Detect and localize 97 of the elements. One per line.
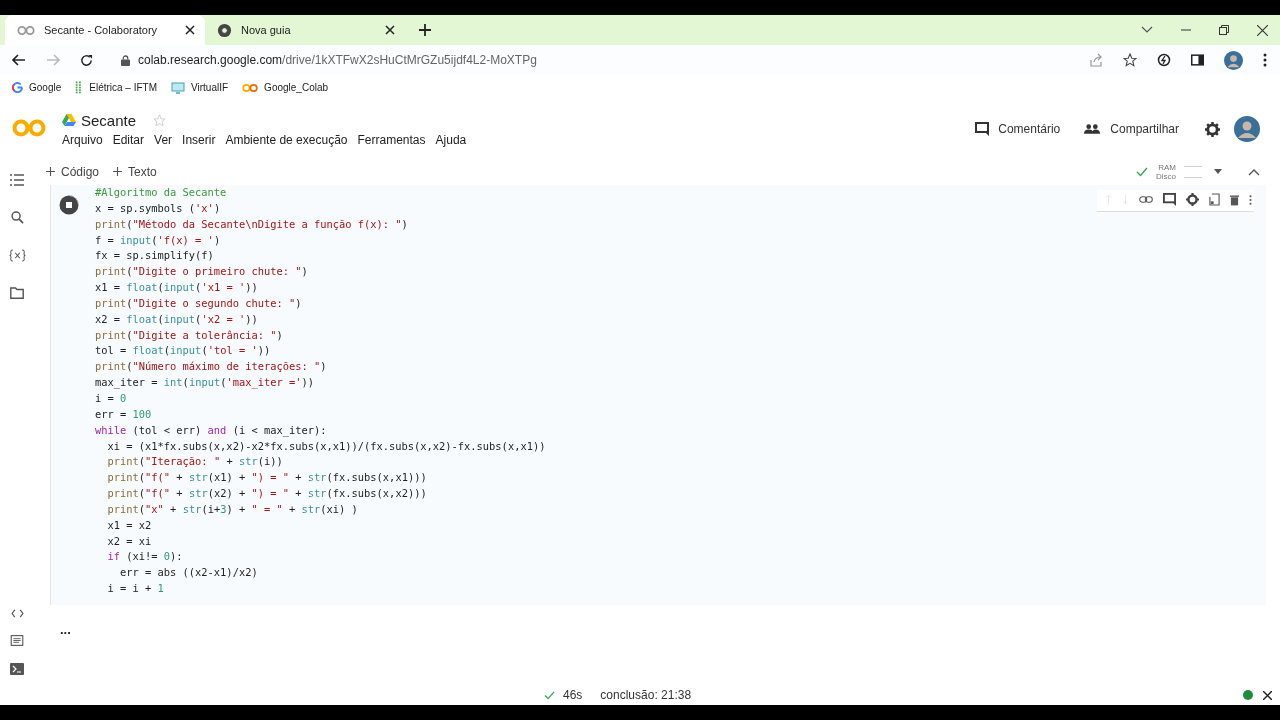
code-line: x1 = x2 [106,517,153,533]
code-line: x1 = float(input('x1 = ')) [95,280,259,296]
comment-button[interactable]: Comentário [975,122,1061,136]
browser-tab[interactable]: Nova guia [205,15,405,45]
ram-label: RAM [1158,162,1176,172]
code-line: print("Digite o segundo chute: ") [95,295,303,311]
colab-logo-icon [17,24,35,36]
variables-icon[interactable] [8,249,26,262]
code-line: f = input('f(x) = ') [95,232,222,248]
bookmark[interactable]: Google_Colab [242,82,329,93]
code-line: if (xi!= 0): [106,549,184,565]
drive-icon[interactable] [62,114,76,126]
extension-icon[interactable] [1157,53,1171,67]
code-line: print("f(" + str(x2) + ") = " + str(fx.subs(x,x2))) [106,486,428,502]
code-line: print("Digite o primeiro chute: ") [95,264,309,280]
browser-tab[interactable]: Secante - Colaboratory [5,15,205,45]
bookmark[interactable]: Google [12,82,62,93]
menu-item[interactable]: Ajuda [435,132,467,147]
url-field[interactable]: colab.research.google.com/drive/1kXTFwX2sHuCtMrGZu5ijdf4L2-MoXTPg [138,53,537,67]
add-cell-button[interactable]: Código [46,164,100,179]
bookmark[interactable]: Elétrica – IFTM [75,81,158,94]
dot-grid-icon [75,81,84,94]
terminal-icon[interactable] [10,663,24,675]
caret-icon[interactable] [1214,169,1222,174]
code-line: err = abs ((x2-x1)/x2) [119,565,259,581]
disk-label: Disco [1156,171,1176,181]
chevron-up-icon[interactable] [1248,167,1260,176]
side-panel-icon[interactable] [1191,54,1204,66]
chevron-down-icon[interactable] [1141,26,1153,34]
menu-item[interactable]: Ambiente de execução [225,132,348,147]
output-ellipsis[interactable]: ... [60,622,71,637]
table-of-contents-icon[interactable] [10,174,24,186]
people-icon [1084,124,1102,134]
new-tab-icon[interactable] [419,24,431,36]
trash-icon[interactable] [1230,193,1239,206]
code-line: x = sp.symbols ('x') [95,200,222,216]
more-icon[interactable] [1263,53,1267,67]
menu-item[interactable]: Editar [112,132,145,147]
comment-icon [975,122,990,136]
code-line: print("Método da Secante\nDigite a função f(x): ") [95,216,409,232]
colab-logo-icon [242,82,259,93]
menu-item[interactable]: Ver [154,132,173,147]
code-line: while (tol < err) and (i < max_iter): [95,422,328,439]
add-cell-button[interactable]: Texto [113,164,157,179]
menu-item[interactable]: Arquivo [62,132,103,147]
settings-icon[interactable] [1205,121,1220,137]
code-line: x2 = float(input('x2 = ')) [95,311,259,327]
notebook-title[interactable]: Secante [81,111,137,129]
plus-icon [113,167,123,176]
link-icon[interactable] [1139,196,1153,203]
folder-icon[interactable] [10,287,24,299]
completion-time: conclusão: 21:38 [600,688,692,702]
code-line: x2 = xi [106,533,153,549]
menu-item[interactable]: Inserir [182,132,216,147]
code-line: #Algoritmo da Secante [95,185,228,200]
code-line: xi = (x1*fx.subs(x,x2)-x2*fx.subs(x,x1))/(fx.subs(x,x2)-fx.subs(x,x1)) [106,438,546,454]
code-line: err = 100 [95,406,153,422]
command-palette-icon[interactable] [10,635,24,646]
code-line: fx = sp.simplify(f) [95,248,215,264]
search-icon[interactable] [10,211,24,224]
code-icon[interactable] [10,609,24,618]
avatar-icon[interactable] [1224,50,1243,70]
comment-icon[interactable] [1163,193,1176,206]
close-icon[interactable] [385,25,395,35]
code-line: tol = float(input('tol = ')) [95,343,272,359]
menu-item[interactable]: Ferramentas [357,132,426,147]
more-icon[interactable] [1249,193,1252,206]
lock-icon[interactable] [121,54,130,66]
close-icon[interactable] [1263,690,1272,700]
star-icon[interactable] [1123,53,1137,67]
close-icon[interactable] [185,25,195,35]
restore-icon[interactable] [1219,25,1229,35]
back-arrow-icon[interactable] [12,54,26,66]
plus-icon [46,167,55,176]
code-line: print("x" + str(i+3) + " = " + str(xi) ) [106,501,359,517]
browser-logo-icon [217,22,232,38]
code-line: print("Digite a tolerância: ") [95,327,284,343]
stop-button[interactable] [59,195,79,215]
share-icon[interactable] [1089,53,1103,67]
google-logo-icon [12,82,23,93]
code-line: i = i + 1 [106,581,165,597]
close-icon[interactable] [1257,24,1268,36]
settings-icon[interactable] [1186,193,1199,206]
code-line: max_iter = int(input('max_iter =')) [95,375,315,391]
runtime-status[interactable]: RAM Disco [1136,162,1202,181]
elapsed-time: 46s [563,688,583,702]
code-line: i = 0 [95,390,128,406]
share-button[interactable]: Compartilhar [1084,122,1179,136]
code-line: print("Iteração: " + str(i)) [106,454,284,470]
bookmark[interactable]: VirtualIF [171,81,229,94]
code-line: print("f(" + str(x1) + ") = " + str(fx.subs(x,x1))) [106,470,428,486]
reload-icon[interactable] [80,53,93,67]
code-cell[interactable] [50,185,1266,605]
code-line: print("Número máximo de iterações: ") [95,359,328,375]
avatar-icon[interactable] [1234,116,1260,142]
mirror-cell-icon[interactable] [1209,193,1220,206]
screen-icon [171,81,186,94]
